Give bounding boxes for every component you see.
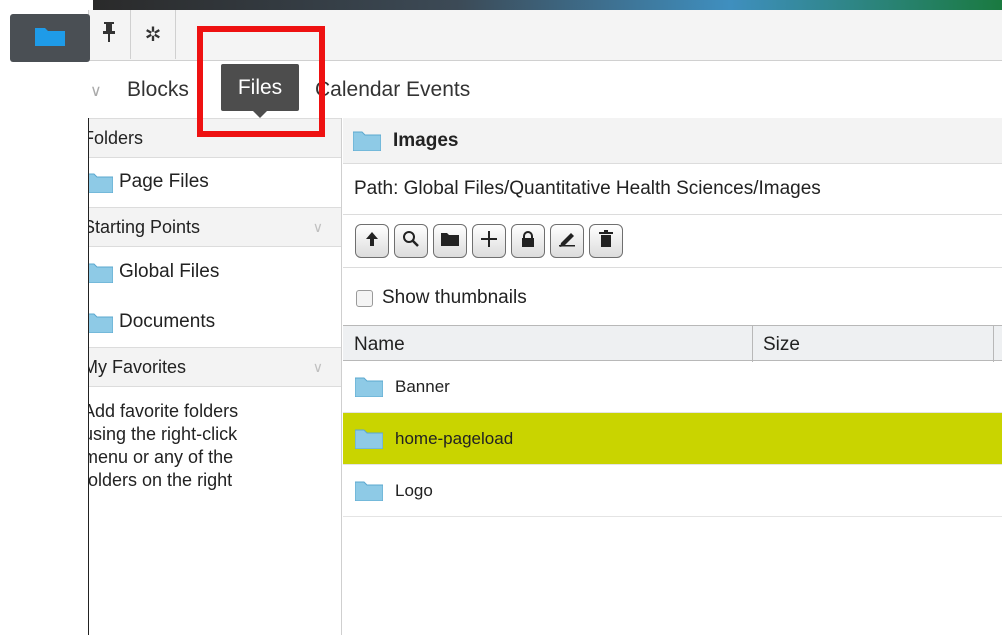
starting-point-label: Documents — [119, 311, 216, 332]
show-thumbnails-checkbox[interactable] — [356, 289, 373, 307]
up-arrow-icon — [365, 231, 379, 252]
my-favorites-header[interactable]: My Favorites ∨ — [88, 347, 341, 387]
top-gap — [0, 0, 93, 10]
folder-icon — [355, 376, 383, 397]
folders-header[interactable]: Folders — [88, 118, 341, 158]
column-divider[interactable] — [993, 326, 994, 362]
up-folder-button[interactable] — [355, 224, 389, 258]
folder-icon — [441, 232, 459, 251]
folders-header-label: Folders — [88, 127, 144, 148]
add-button[interactable] — [472, 224, 506, 258]
top-decorative-strip — [93, 0, 1002, 10]
file-manager-button[interactable] — [10, 14, 90, 62]
search-icon — [402, 230, 420, 253]
starting-points-header[interactable]: Starting Points ∨ — [88, 207, 341, 247]
file-name: home-pageload — [395, 428, 514, 448]
column-header-name[interactable]: Name — [354, 334, 405, 356]
active-tab-caret — [253, 111, 267, 118]
plus-icon — [481, 230, 497, 252]
starting-point-documents[interactable]: Documents — [89, 302, 215, 342]
folder-icon — [89, 312, 113, 333]
delete-button[interactable] — [589, 224, 623, 258]
settings-button[interactable]: ✲ — [130, 10, 176, 59]
lock-icon — [521, 230, 535, 252]
table-row[interactable]: Logo — [343, 465, 1002, 517]
trash-icon — [599, 230, 613, 252]
column-divider[interactable] — [752, 326, 753, 362]
column-header-size[interactable]: Size — [763, 334, 800, 356]
chevron-down-icon: ∨ — [312, 218, 323, 235]
starting-point-label: Global Files — [119, 261, 220, 282]
chevron-down-icon: ∨ — [312, 358, 323, 375]
starting-point-global-files[interactable]: Global Files — [89, 252, 219, 292]
main-toolbar — [88, 10, 1002, 61]
file-actions-toolbar — [343, 214, 1002, 268]
favorites-hint-text: Add favorite folders using the right-cli… — [88, 401, 239, 490]
folder-icon — [353, 130, 381, 151]
edit-button[interactable] — [550, 224, 584, 258]
tab-calendar-events[interactable]: Calendar Events — [315, 78, 470, 102]
chevron-down-icon[interactable]: ∨ — [90, 81, 102, 101]
show-thumbnails-option[interactable]: Show thumbnails — [356, 287, 527, 309]
pin-button[interactable] — [90, 10, 128, 59]
folder-path: Path: Global Files/Quantitative Health S… — [354, 178, 821, 199]
table-row[interactable]: Banner — [343, 361, 1002, 413]
pin-icon — [102, 22, 116, 47]
gear-icon: ✲ — [144, 24, 162, 46]
folder-icon — [35, 26, 65, 51]
folder-icon — [89, 262, 113, 283]
permissions-button[interactable] — [511, 224, 545, 258]
file-name: Logo — [395, 480, 433, 500]
folder-icon — [355, 428, 383, 449]
file-name: Banner — [395, 376, 450, 396]
tab-files[interactable]: Files — [221, 64, 299, 111]
tab-blocks[interactable]: Blocks — [127, 78, 189, 102]
folder-icon — [89, 172, 113, 193]
search-button[interactable] — [394, 224, 428, 258]
show-thumbnails-label: Show thumbnails — [382, 287, 527, 308]
table-header: Name Size — [343, 325, 1002, 362]
folder-icon — [355, 480, 383, 501]
current-folder-title: Images — [393, 129, 459, 151]
file-browser-panel: Images Path: Global Files/Quantitative H… — [343, 118, 1002, 635]
starting-points-header-label: Starting Points — [88, 216, 201, 237]
folder-item-label: Page Files — [119, 171, 209, 192]
my-favorites-header-label: My Favorites — [88, 356, 187, 377]
edit-icon — [558, 231, 576, 252]
current-folder-header: Images — [343, 118, 1002, 164]
tab-bar: ∨ Blocks Files Calendar Events — [88, 62, 1002, 118]
folder-item-page-files[interactable]: Page Files — [89, 162, 209, 202]
table-row-selected[interactable]: home-pageload — [343, 413, 1002, 465]
new-folder-button[interactable] — [433, 224, 467, 258]
folder-tree-panel: Folders Page Files Starting Points ∨ Glo… — [88, 118, 342, 635]
